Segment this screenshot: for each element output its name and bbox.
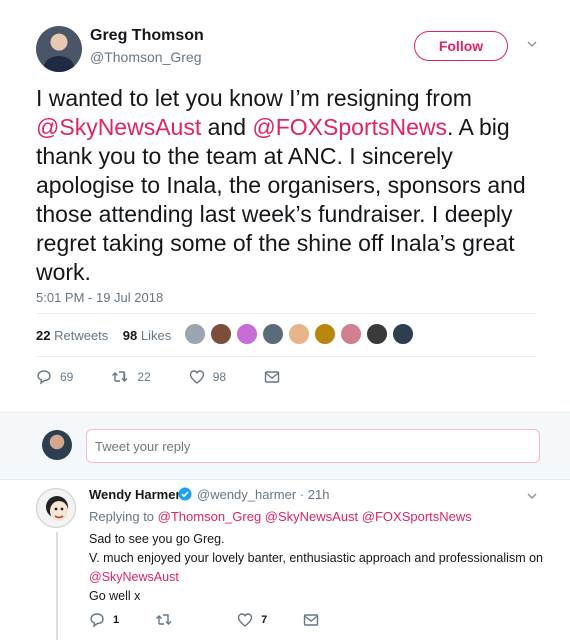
envelope-icon	[304, 614, 319, 626]
reply-action[interactable]: 1	[89, 612, 119, 628]
timestamp[interactable]: 5:01 PM - 19 Jul 2018	[36, 290, 163, 305]
liker-avatar[interactable]	[340, 323, 362, 345]
author-name[interactable]: Greg Thomson	[90, 27, 204, 45]
mention-link[interactable]: @SkyNewsAust	[36, 114, 201, 140]
reply-composer	[0, 412, 570, 480]
avatar[interactable]	[36, 26, 82, 72]
caricature-avatar-image	[46, 496, 68, 521]
like-count: 98	[212, 370, 227, 384]
liker-avatar[interactable]	[314, 323, 336, 345]
heart-icon	[237, 613, 253, 627]
current-user-avatar	[42, 430, 72, 460]
reply-actions: 1 7	[89, 612, 363, 628]
retweets-label: Retweets	[54, 328, 109, 343]
liker-avatar[interactable]	[288, 323, 310, 345]
divider	[36, 356, 536, 357]
follow-button[interactable]: Follow	[414, 31, 508, 61]
like-action[interactable]: 98	[189, 369, 226, 385]
liker-avatar[interactable]	[366, 323, 388, 345]
retweet-icon	[156, 614, 172, 625]
tweet-text-part: and	[201, 114, 253, 140]
envelope-icon	[264, 371, 280, 383]
reply-text: Sad to see you go Greg. V. much enjoyed …	[89, 530, 559, 606]
thread-line	[56, 532, 58, 640]
reply-action[interactable]: 69	[36, 369, 73, 385]
reply-input[interactable]	[86, 429, 540, 463]
retweet-icon	[112, 371, 128, 382]
chevron-down-icon[interactable]	[526, 490, 538, 502]
liker-avatar[interactable]	[236, 323, 258, 345]
message-action[interactable]	[303, 613, 327, 627]
reply-line: Sad to see you go Greg.	[89, 532, 225, 546]
engagement-stats: 22 Retweets 98 Likes	[36, 328, 171, 343]
retweets-stat[interactable]: 22 Retweets	[36, 328, 108, 343]
heart-icon	[189, 370, 204, 384]
reply-author-name[interactable]: Wendy Harmer	[89, 487, 181, 502]
liker-avatar[interactable]	[210, 323, 232, 345]
like-action[interactable]: 7	[237, 612, 267, 628]
retweet-count: 22	[137, 370, 151, 384]
reply-icon	[90, 613, 104, 628]
likes-stat[interactable]: 98 Likes	[123, 328, 171, 343]
like-count: 7	[261, 614, 268, 626]
mention-link[interactable]: @FOXSportsNews	[252, 114, 447, 140]
liker-avatar[interactable]	[262, 323, 284, 345]
reply-author-avatar[interactable]	[36, 488, 76, 528]
liker-avatar[interactable]	[392, 323, 414, 345]
reply-icon	[37, 370, 51, 385]
reply-line: Go well x	[89, 589, 141, 603]
retweet-action[interactable]	[155, 612, 181, 628]
verified-badge-icon	[178, 487, 192, 501]
reply-count: 1	[113, 614, 120, 626]
mention-link[interactable]: @SkyNewsAust	[89, 570, 179, 584]
divider	[36, 313, 536, 314]
message-action[interactable]	[264, 370, 288, 384]
reply-line: V. much enjoyed your lovely banter, enth…	[89, 549, 559, 587]
likes-count: 98	[122, 328, 138, 343]
liker-avatar[interactable]	[184, 323, 206, 345]
author-handle[interactable]: @Thomson_Greg	[90, 49, 201, 65]
reply-author-handle[interactable]: @wendy_harmer · 21h	[197, 487, 329, 502]
likes-label: Likes	[140, 328, 172, 343]
retweet-action[interactable]: 22	[111, 369, 151, 385]
replying-prefix: Replying to	[89, 509, 158, 524]
replying-to-links[interactable]: @Thomson_Greg @SkyNewsAust @FOXSportsNew…	[158, 509, 472, 524]
tweet-text-part: I wanted to let you know I’m resigning f…	[36, 85, 472, 111]
chevron-down-icon[interactable]	[526, 38, 538, 50]
replying-to: Replying to @Thomson_Greg @SkyNewsAust @…	[89, 509, 472, 524]
tweet-actions: 69 22 98	[36, 369, 326, 385]
reply-count: 69	[60, 370, 74, 384]
liker-avatars	[184, 323, 418, 345]
reply-line-text: V. much enjoyed your lovely banter, enth…	[89, 551, 543, 565]
tweet-text: I wanted to let you know I’m resigning f…	[36, 84, 536, 287]
retweets-count: 22	[36, 328, 51, 343]
